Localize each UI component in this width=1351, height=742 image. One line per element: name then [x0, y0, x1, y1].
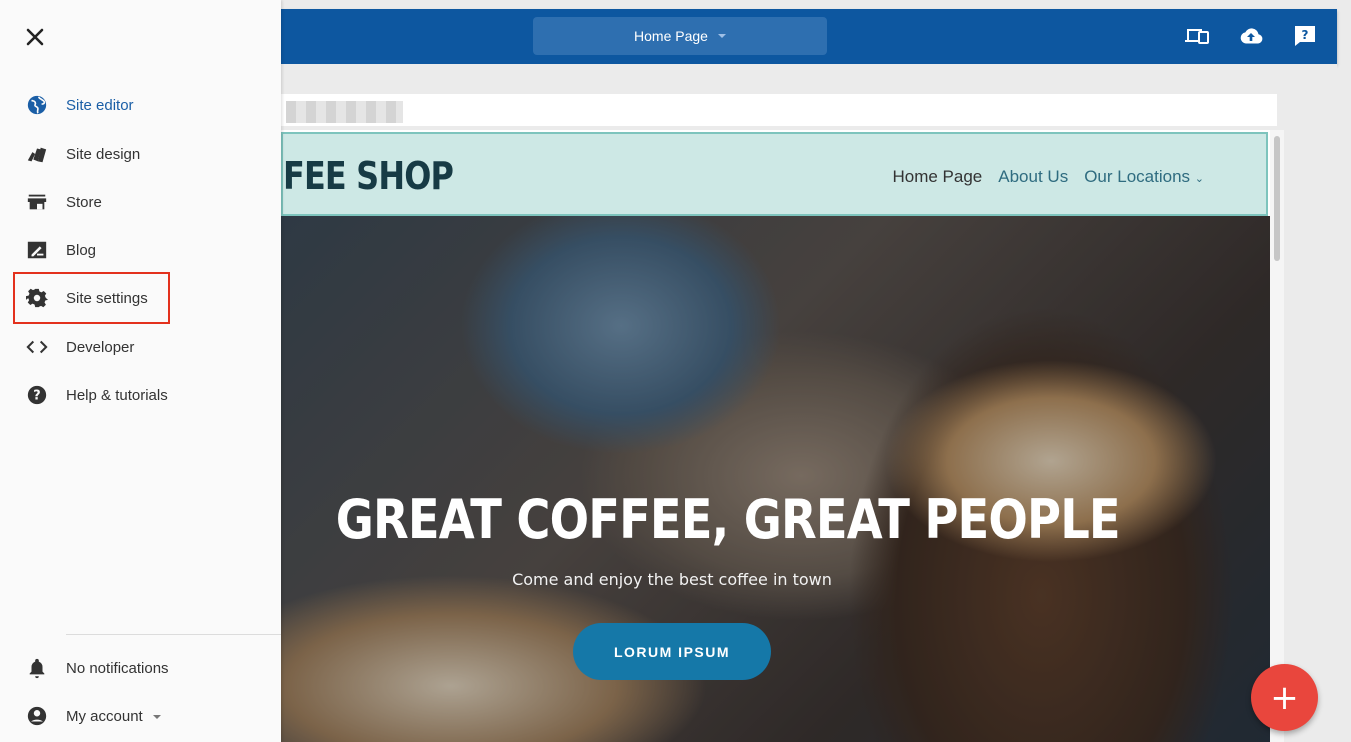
close-icon[interactable]	[22, 24, 48, 50]
site-header[interactable]: FEE SHOP Home Page About Us Our Location…	[281, 132, 1268, 216]
chevron-down-icon	[152, 714, 161, 719]
hero-title: GREAT COFFEE, GREAT PEOPLE	[335, 488, 1121, 551]
palette-swatch-icon	[26, 143, 48, 165]
store-icon	[26, 191, 48, 213]
sidebar-item-label: Developer	[66, 338, 135, 356]
sidebar-item-label: Help & tutorials	[66, 386, 168, 404]
globe-icon	[26, 94, 48, 116]
hero-subtitle: Come and enjoy the best coffee in town	[512, 570, 832, 589]
site-logo[interactable]: FEE SHOP	[283, 154, 454, 198]
nav-about-us[interactable]: About Us	[998, 167, 1068, 187]
chevron-down-icon: ⌄	[1194, 173, 1204, 185]
sidebar-item-account: My account	[66, 708, 161, 725]
scrollbar-thumb[interactable]	[1274, 136, 1280, 261]
nav-our-locations-label: Our Locations	[1084, 167, 1191, 186]
blurred-url	[286, 101, 403, 123]
sidebar-item-label: No notifications	[66, 659, 169, 677]
sidebar: Site editor Site design Store Blog Site …	[0, 0, 281, 742]
sidebar-item-site-editor[interactable]: Site editor	[0, 85, 281, 125]
chevron-down-icon	[717, 34, 726, 38]
preview-scrollbar[interactable]	[1270, 130, 1284, 742]
sidebar-item-site-design[interactable]: Site design	[0, 134, 281, 174]
svg-text:?: ?	[33, 389, 40, 404]
help-icon[interactable]: ?	[1292, 24, 1318, 48]
sidebar-item-label: Site design	[66, 145, 141, 163]
site-nav: Home Page About Us Our Locations ⌄	[892, 167, 1204, 187]
hero-section[interactable]: GREAT COFFEE, GREAT PEOPLE Come and enjo…	[281, 216, 1270, 742]
sidebar-item-my-account[interactable]: My account	[0, 696, 281, 736]
help-circle-icon: ?	[26, 384, 48, 406]
bell-icon	[26, 657, 48, 679]
sidebar-item-label: Store	[66, 193, 102, 211]
sidebar-item-label: Site settings	[66, 289, 148, 307]
nav-our-locations[interactable]: Our Locations ⌄	[1084, 167, 1204, 187]
publish-cloud-icon[interactable]	[1238, 24, 1264, 48]
nav-home-page[interactable]: Home Page	[892, 167, 982, 187]
page-selector-label: Home Page	[634, 28, 708, 44]
sidebar-item-help-tutorials[interactable]: ? Help & tutorials	[0, 375, 281, 415]
blog-icon	[26, 239, 48, 261]
sidebar-divider	[66, 634, 281, 635]
add-fab-button[interactable]: +	[1251, 664, 1318, 731]
sidebar-item-notifications[interactable]: No notifications	[0, 648, 281, 688]
url-bar	[281, 94, 1277, 126]
sidebar-item-label: Blog	[66, 241, 97, 259]
sidebar-item-label: Site editor	[66, 96, 134, 114]
sidebar-item-site-settings[interactable]: Site settings	[0, 278, 281, 318]
gear-icon	[26, 287, 48, 309]
hero-button[interactable]: LORUM IPSUM	[573, 623, 771, 680]
device-preview-icon[interactable]	[1184, 24, 1210, 48]
sidebar-item-developer[interactable]: Developer	[0, 327, 281, 367]
svg-text:?: ?	[1302, 28, 1309, 42]
sidebar-item-label: My account	[66, 707, 143, 725]
sidebar-item-blog[interactable]: Blog	[0, 230, 281, 270]
site-preview: FEE SHOP Home Page About Us Our Location…	[281, 130, 1270, 742]
account-circle-icon	[26, 705, 48, 727]
sidebar-item-store[interactable]: Store	[0, 182, 281, 222]
code-icon	[26, 336, 48, 358]
page-selector-dropdown[interactable]: Home Page	[533, 17, 827, 55]
